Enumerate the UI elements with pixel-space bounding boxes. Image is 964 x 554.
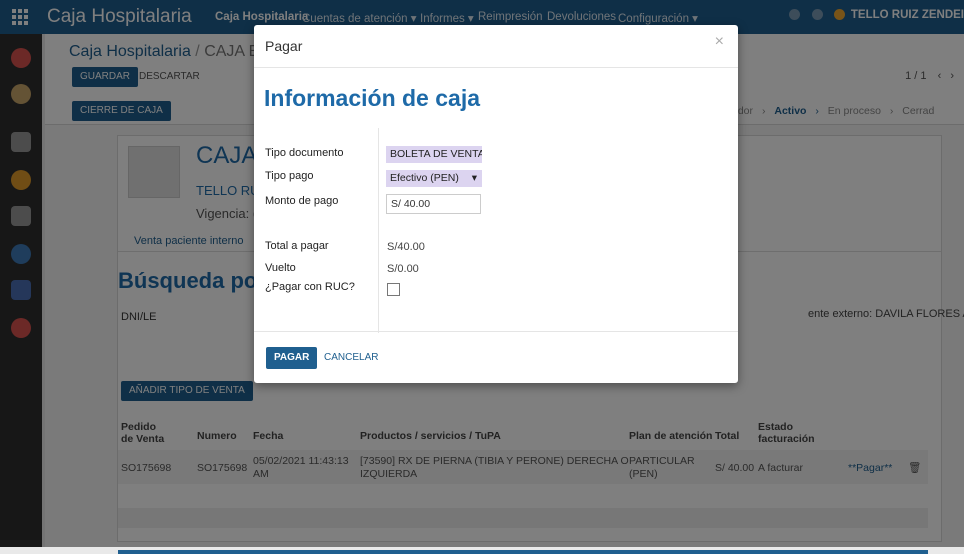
- pay-button[interactable]: PAGAR: [266, 347, 318, 369]
- tipo-documento-select[interactable]: BOLETA DE VENTA ▾: [386, 146, 482, 163]
- ruc-label: ¿Pagar con RUC?: [265, 281, 355, 293]
- tipo-pago-label: Tipo pago: [265, 170, 314, 182]
- field-divider: [378, 128, 379, 333]
- dialog-header-divider: [254, 67, 738, 68]
- total-value: S/40.00: [387, 241, 425, 253]
- dialog-title: Pagar: [265, 38, 303, 54]
- tipo-documento-label: Tipo documento: [265, 147, 344, 159]
- dialog-footer-divider: [254, 331, 738, 332]
- vuelto-label: Vuelto: [265, 262, 296, 274]
- monto-label: Monto de pago: [265, 195, 339, 207]
- cancel-button[interactable]: CANCELAR: [316, 347, 386, 369]
- pay-dialog: Pagar × Información de caja Tipo documen…: [254, 25, 738, 383]
- ruc-checkbox[interactable]: [387, 283, 400, 296]
- total-label: Total a pagar: [265, 240, 329, 252]
- monto-input[interactable]: [386, 194, 481, 214]
- vuelto-value: S/0.00: [387, 263, 419, 275]
- tipo-pago-select[interactable]: Efectivo (PEN) ▾: [386, 170, 482, 187]
- close-icon[interactable]: ×: [715, 33, 724, 51]
- info-heading: Información de caja: [264, 85, 481, 111]
- chevron-down-icon: ▾: [471, 172, 477, 184]
- table-bottom-bar: [118, 550, 928, 554]
- tipo-pago-value: Efectivo (PEN): [390, 172, 459, 184]
